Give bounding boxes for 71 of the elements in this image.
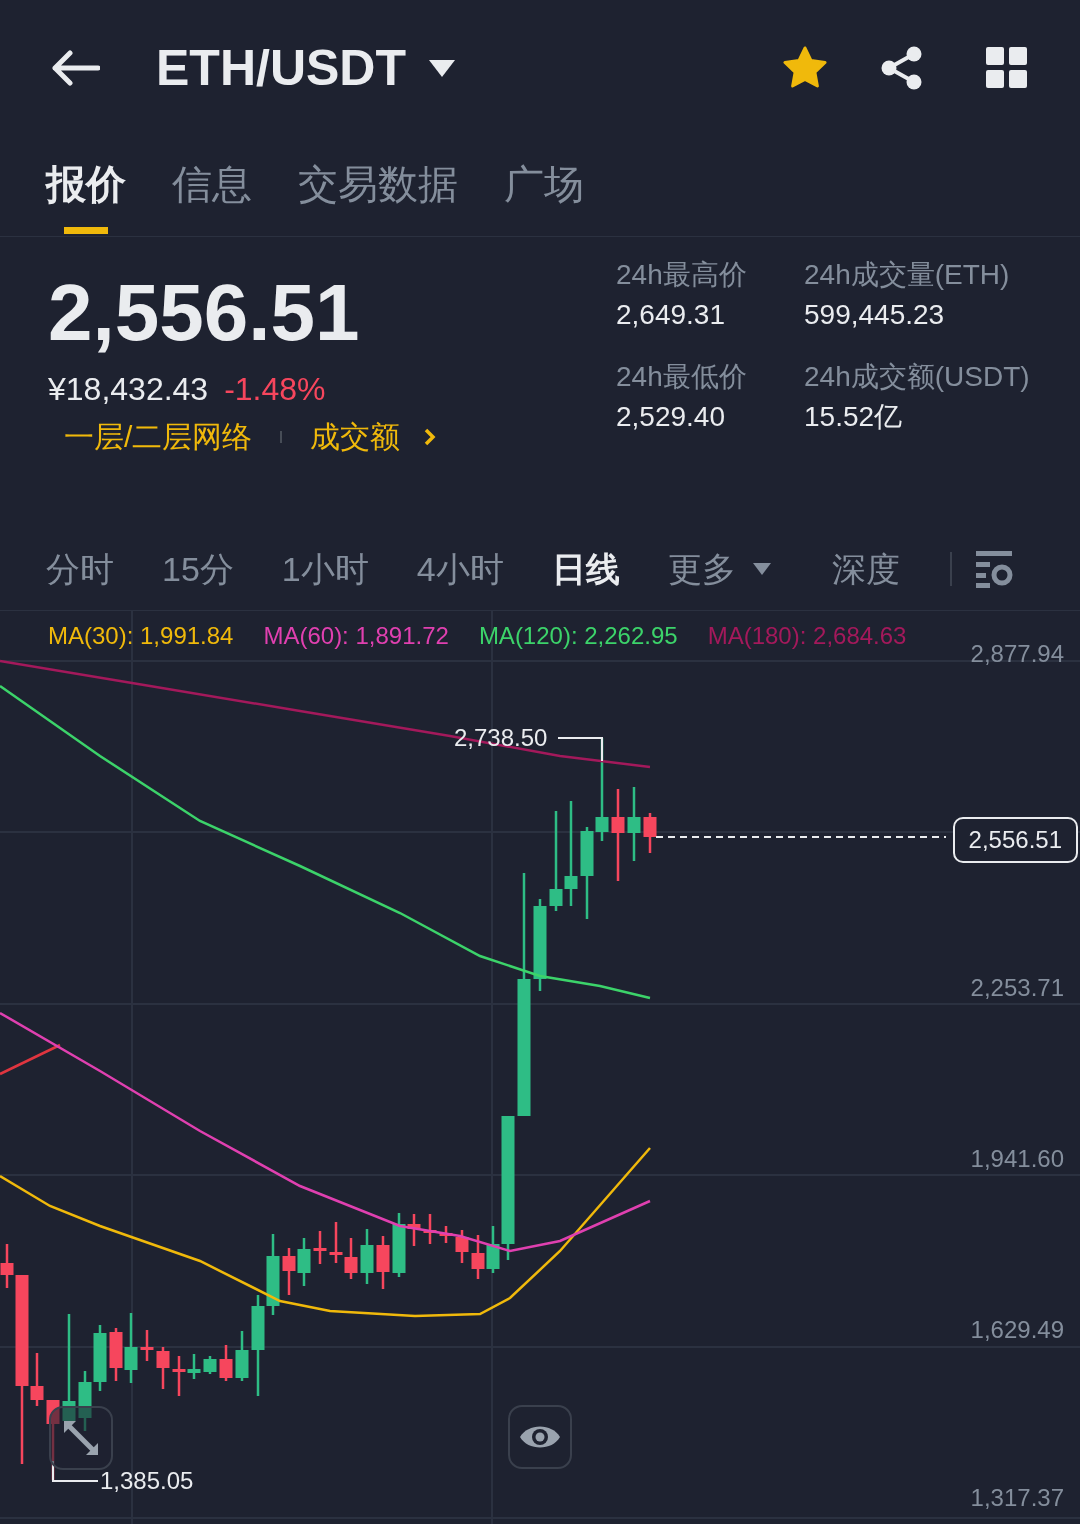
ma-legend: MA(180): 2,684.63 [707,619,907,653]
tag-link[interactable]: 一层/二层网络 [64,415,253,459]
chevron-right-icon[interactable] [424,428,437,446]
stat-label: 24h最高价 [616,258,748,292]
interval-tab[interactable]: 4小时 [416,544,504,593]
candle [156,1347,170,1389]
candle [282,1248,296,1295]
share-icon[interactable] [880,46,924,90]
axis-label: 1,629.49 [970,1316,1064,1344]
low-price-label: 1,385.05 [100,1466,194,1496]
candle [313,1231,327,1264]
candle [376,1236,390,1289]
candle [344,1238,358,1279]
axis-label: 2,253.71 [970,974,1064,1002]
tag-link[interactable]: 成交额 [310,415,401,459]
tab[interactable]: 交易数据 [298,156,458,234]
pair-selector[interactable]: ETH/USDT [156,30,456,106]
interval-tab[interactable]: 1小时 [281,544,369,593]
candle [455,1230,469,1263]
interval-tab[interactable]: 日线 [551,544,620,593]
last-price: 2,556.51 [48,267,361,359]
candle [219,1345,233,1381]
leader-line [52,1460,99,1482]
candle [329,1222,343,1263]
settings-icon[interactable] [975,549,1014,588]
current-price-tag: 2,556.51 [952,817,1078,863]
candle [78,1371,92,1431]
candle [109,1328,123,1381]
more-dropdown[interactable]: 更多 [667,544,772,593]
stat-label: 24h成交额(USDT) [804,360,1030,394]
tab[interactable]: 信息 [172,156,252,234]
axis-label: 1,941.60 [970,1145,1064,1173]
back-icon[interactable] [50,50,100,86]
stat-value: 2,529.40 [616,400,726,434]
trend-line [0,1043,61,1076]
leader-line [557,737,603,762]
visibility-button[interactable] [508,1405,572,1469]
candle [297,1238,311,1286]
expand-icon [62,1419,100,1457]
axis-label: 1,317.37 [970,1484,1064,1512]
stat-value: 599,445.23 [804,298,946,332]
candle [203,1356,217,1374]
interval-tab[interactable]: 深度 [831,544,900,593]
ma-legend: MA(120): 2,262.95 [478,619,678,653]
stat-label: 24h成交量(ETH) [804,258,1011,292]
axis-label: 2,877.94 [970,640,1064,668]
candle [140,1330,154,1361]
cny-price: ¥18,432.43 [48,370,209,409]
high-price-label: 2,738.50 [454,723,548,753]
interval-tab[interactable]: 15分 [162,544,234,593]
candle [235,1331,249,1381]
candle [93,1325,107,1391]
ma-legend: MA(60): 1,891.72 [263,619,449,653]
ma-legend: MA(30): 1,991.84 [48,619,234,653]
stat-label: 24h最低价 [616,360,748,394]
candle [643,813,657,853]
price-change: -1.48% [224,370,326,409]
stat-value: 2,649.31 [616,298,726,332]
candle [471,1235,485,1279]
candle [360,1229,374,1284]
grid-icon[interactable] [986,47,1028,89]
caret-down-icon [751,561,772,576]
candle [124,1313,138,1383]
fullscreen-button[interactable] [49,1406,113,1470]
stat-value: 15.52亿 [804,400,904,434]
caret-down-icon [428,58,456,78]
tab[interactable]: 广场 [504,156,584,234]
interval-tab[interactable]: 分时 [46,544,114,593]
candle [423,1214,437,1244]
star-icon[interactable] [782,46,828,90]
tab[interactable]: 报价 [46,156,126,234]
